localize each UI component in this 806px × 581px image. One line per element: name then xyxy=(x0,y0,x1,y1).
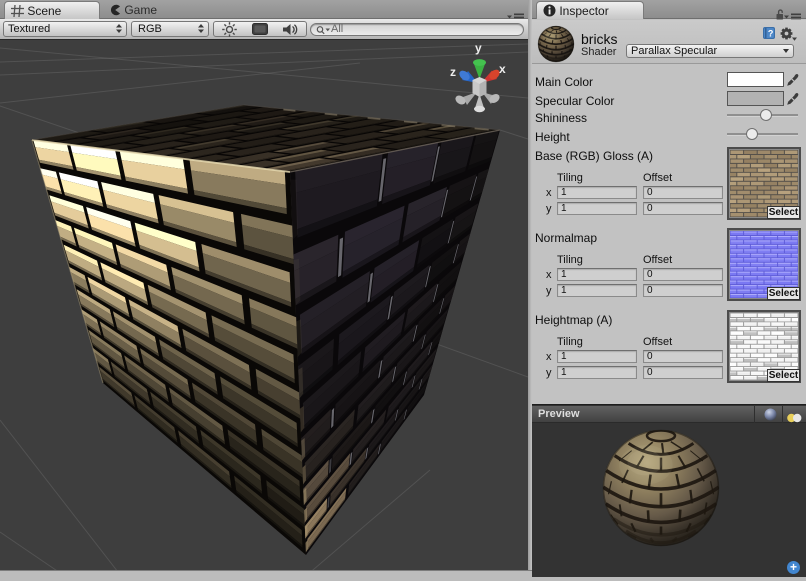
svg-text:z: z xyxy=(450,65,456,79)
svg-text:x: x xyxy=(499,62,506,76)
svg-text:y: y xyxy=(475,41,482,55)
svg-text:?: ? xyxy=(768,29,774,39)
